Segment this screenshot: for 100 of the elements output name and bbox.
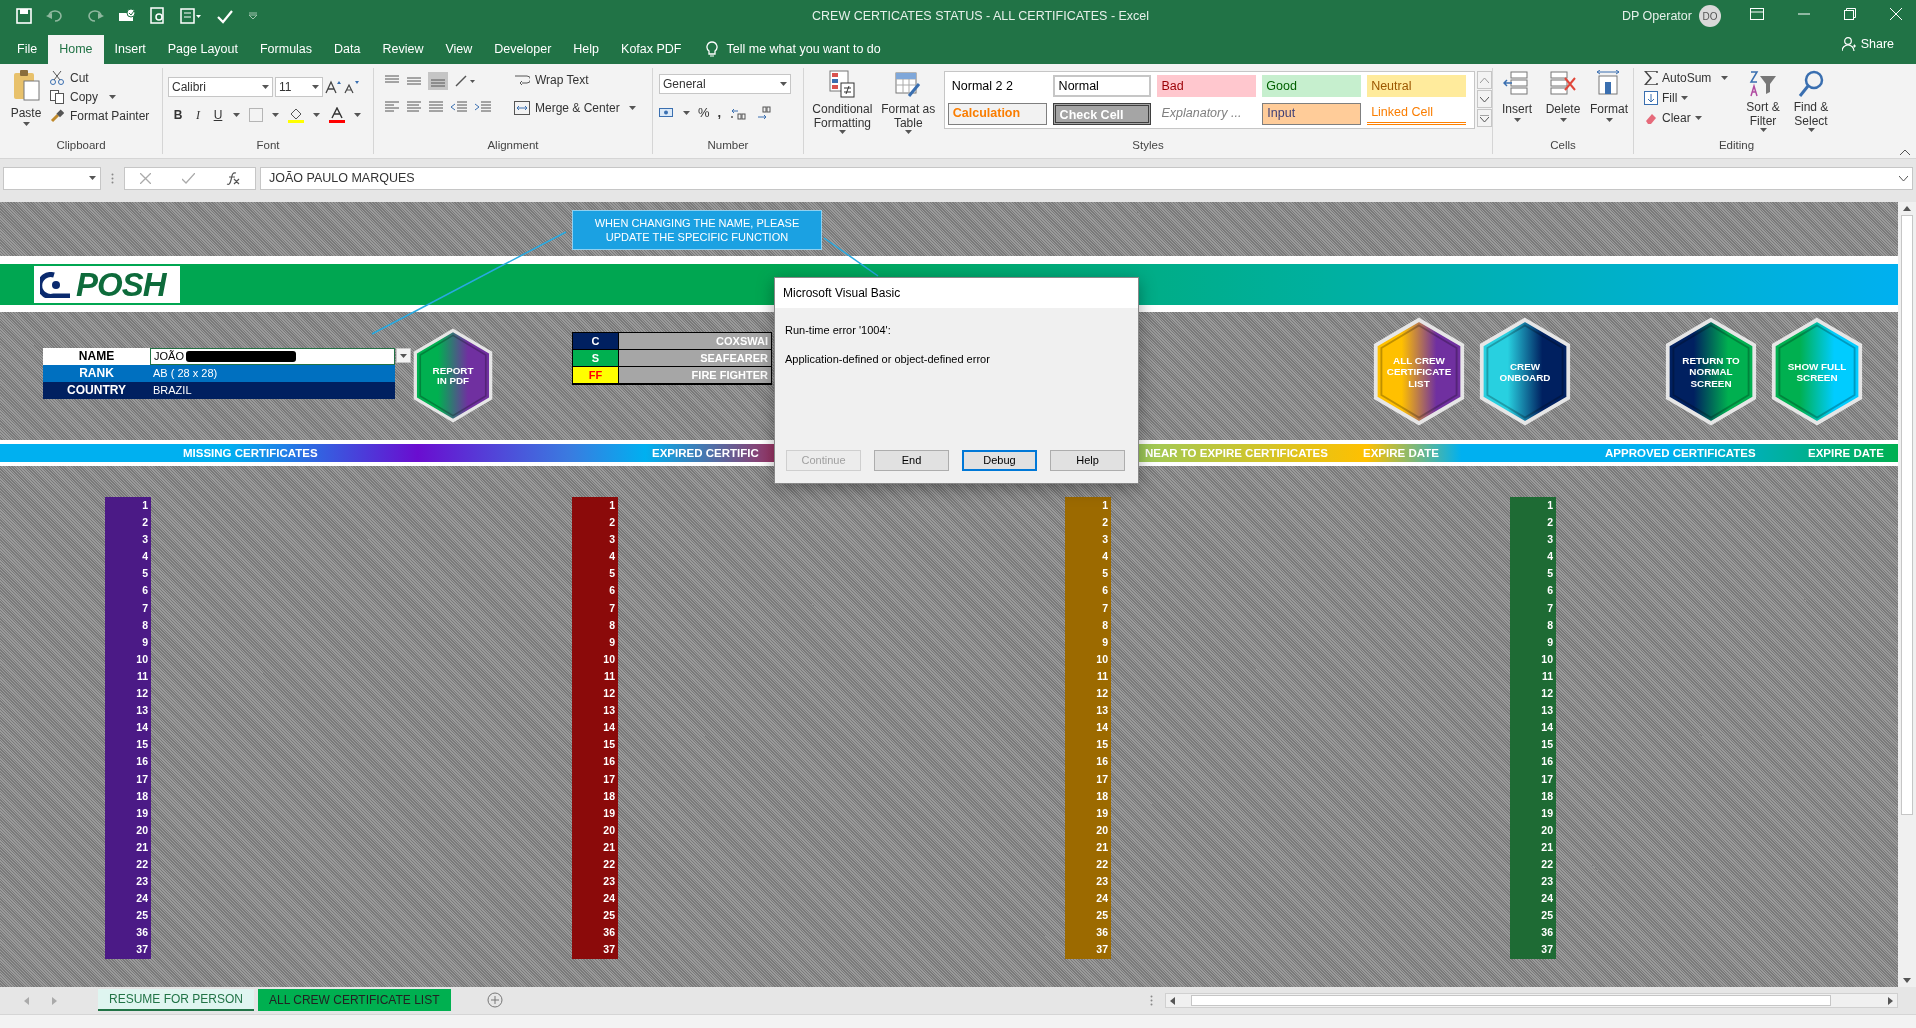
currency-icon[interactable] [659, 105, 675, 120]
ribbon-tab[interactable]: View [434, 35, 484, 64]
ribbon-tab[interactable]: Formulas [248, 35, 324, 64]
find-select-button[interactable]: Find & Select [1789, 70, 1833, 132]
print-preview-icon[interactable] [150, 7, 166, 24]
sort-filter-button[interactable]: Sort & Filter [1741, 70, 1785, 132]
copy-button[interactable]: Copy [50, 89, 150, 105]
conditional-formatting-button[interactable]: Conditional Formatting [804, 70, 881, 158]
sheet-tab[interactable]: ALL CREW CERTIFICATE LIST [258, 989, 451, 1011]
number-format-field[interactable]: General [659, 74, 791, 94]
grow-font-icon[interactable] [325, 80, 341, 94]
group-label: Number [707, 138, 749, 151]
collapse-ribbon-icon[interactable] [1900, 149, 1910, 155]
function-icon[interactable] [225, 171, 240, 185]
bold-button[interactable]: B [172, 106, 184, 124]
increase-indent-icon[interactable] [474, 100, 492, 114]
ribbon-tab[interactable]: Review [371, 35, 435, 64]
dialog-button[interactable]: Help [1050, 450, 1125, 471]
align-left-icon[interactable] [384, 100, 400, 114]
ribbon-display-icon[interactable] [1750, 8, 1764, 20]
enter-icon[interactable] [182, 172, 195, 184]
share-button[interactable]: Share [1841, 35, 1894, 54]
gallery-down-button[interactable] [1477, 90, 1492, 108]
merge-center-button[interactable]: Merge & Center [514, 98, 636, 118]
underline-button[interactable]: U [212, 106, 224, 124]
shrink-font-icon[interactable] [343, 80, 359, 94]
cell-style[interactable]: Input [1262, 102, 1362, 125]
italic-button[interactable]: I [193, 106, 203, 124]
tell-me-field[interactable]: Tell me what you want to do [726, 40, 881, 59]
user-avatar[interactable]: DO [1699, 5, 1721, 27]
hexagon-button[interactable]: CREW ONBOARD [1478, 315, 1572, 428]
chevron-up-icon [1480, 77, 1489, 83]
ribbon-tab[interactable]: Insert [103, 35, 157, 64]
cell-style[interactable]: Bad [1157, 75, 1257, 97]
restore-icon[interactable] [1844, 8, 1856, 20]
add-sheet-icon[interactable] [487, 992, 503, 1008]
scroll-thumb[interactable] [1191, 995, 1831, 1006]
print-check-icon[interactable] [118, 7, 136, 24]
scroll-down-icon[interactable] [1903, 978, 1911, 983]
cut-button[interactable]: Cut [50, 70, 150, 86]
orientation-icon[interactable] [454, 74, 476, 88]
ribbon-tab[interactable]: Home [48, 35, 104, 64]
align-center-icon[interactable] [406, 100, 422, 114]
dialog-button[interactable]: End [874, 450, 949, 471]
fill-button[interactable]: Fill [1644, 89, 1729, 107]
cells-button[interactable]: Format [1589, 70, 1629, 130]
ribbon-tab[interactable]: File [6, 35, 49, 64]
format-painter-button[interactable]: Format Painter [50, 108, 150, 124]
align-middle-icon[interactable] [406, 74, 422, 88]
cells-button[interactable]: Insert [1497, 70, 1537, 130]
align-right-icon[interactable] [428, 100, 444, 114]
font-name-field[interactable]: Calibri [168, 77, 273, 97]
cell-style[interactable]: Neutral [1367, 75, 1466, 97]
formula-input[interactable]: JOÃO PAULO MARQUES [260, 166, 1913, 190]
conditional-format-icon [829, 70, 856, 98]
scroll-up-icon[interactable] [1903, 206, 1911, 211]
row-number: 5 [1546, 566, 1554, 582]
font-color-icon[interactable] [329, 107, 345, 123]
fill-color-icon[interactable] [288, 107, 304, 123]
customize-icon[interactable] [248, 11, 258, 20]
comma-button[interactable]: , [717, 103, 722, 123]
hexagon-button[interactable]: RETURN TO NORMAL SCREEN [1664, 315, 1758, 428]
close-icon[interactable] [1890, 8, 1902, 20]
row-number: 1 [608, 498, 616, 513]
paste-button[interactable]: Paste [5, 69, 47, 133]
dropdown-button[interactable] [396, 348, 411, 363]
cells-button[interactable]: Delete [1543, 70, 1583, 130]
scroll-right-icon[interactable] [1888, 996, 1893, 1005]
expand-icon[interactable] [1899, 175, 1908, 181]
cell-style[interactable]: Normal [1052, 75, 1152, 97]
name-cell[interactable]: JOÃO [150, 348, 395, 365]
gallery-more-button[interactable] [1477, 109, 1492, 127]
gallery-up-button[interactable] [1477, 71, 1492, 89]
ribbon-tab[interactable]: Data [323, 35, 372, 64]
cancel-icon[interactable] [140, 172, 152, 184]
decrease-decimal-icon[interactable] [755, 105, 774, 120]
field-value: AB ( 28 x 28) [152, 366, 219, 381]
ribbon-tab[interactable]: Help [562, 35, 611, 64]
hexagon-button[interactable]: ALL CREW CERTIFICATE LIST [1372, 315, 1466, 428]
copy-icon [50, 90, 64, 104]
row-number: 4 [608, 549, 616, 565]
ribbon-tab[interactable]: Developer [483, 35, 563, 64]
scroll-left-icon[interactable] [1170, 996, 1175, 1005]
hexagon-button[interactable]: REPORT IN PDF [412, 328, 494, 423]
sheet-tab[interactable]: RESUME FOR PERSON [98, 989, 254, 1011]
wrap-text-button[interactable]: Wrap Text [514, 70, 589, 90]
clear-button[interactable]: Clear [1644, 109, 1729, 127]
decrease-indent-icon[interactable] [450, 100, 468, 114]
cell-style[interactable]: Good [1262, 75, 1362, 97]
page-layout-icon[interactable] [180, 7, 202, 24]
ribbon-tab[interactable]: Kofax PDF [610, 35, 693, 64]
row-number: 9 [608, 634, 616, 650]
percent-button[interactable]: % [698, 103, 710, 123]
scroll-thumb[interactable] [1901, 215, 1913, 815]
autosum-button[interactable]: AutoSum [1644, 69, 1729, 87]
format-as-table-button[interactable]: Format as Table [880, 70, 936, 158]
ribbon-tab[interactable]: Page Layout [156, 35, 249, 64]
save-icon[interactable] [16, 7, 32, 24]
font-size-field[interactable]: 11 [275, 77, 323, 97]
dialog-button[interactable]: Debug [962, 450, 1037, 471]
